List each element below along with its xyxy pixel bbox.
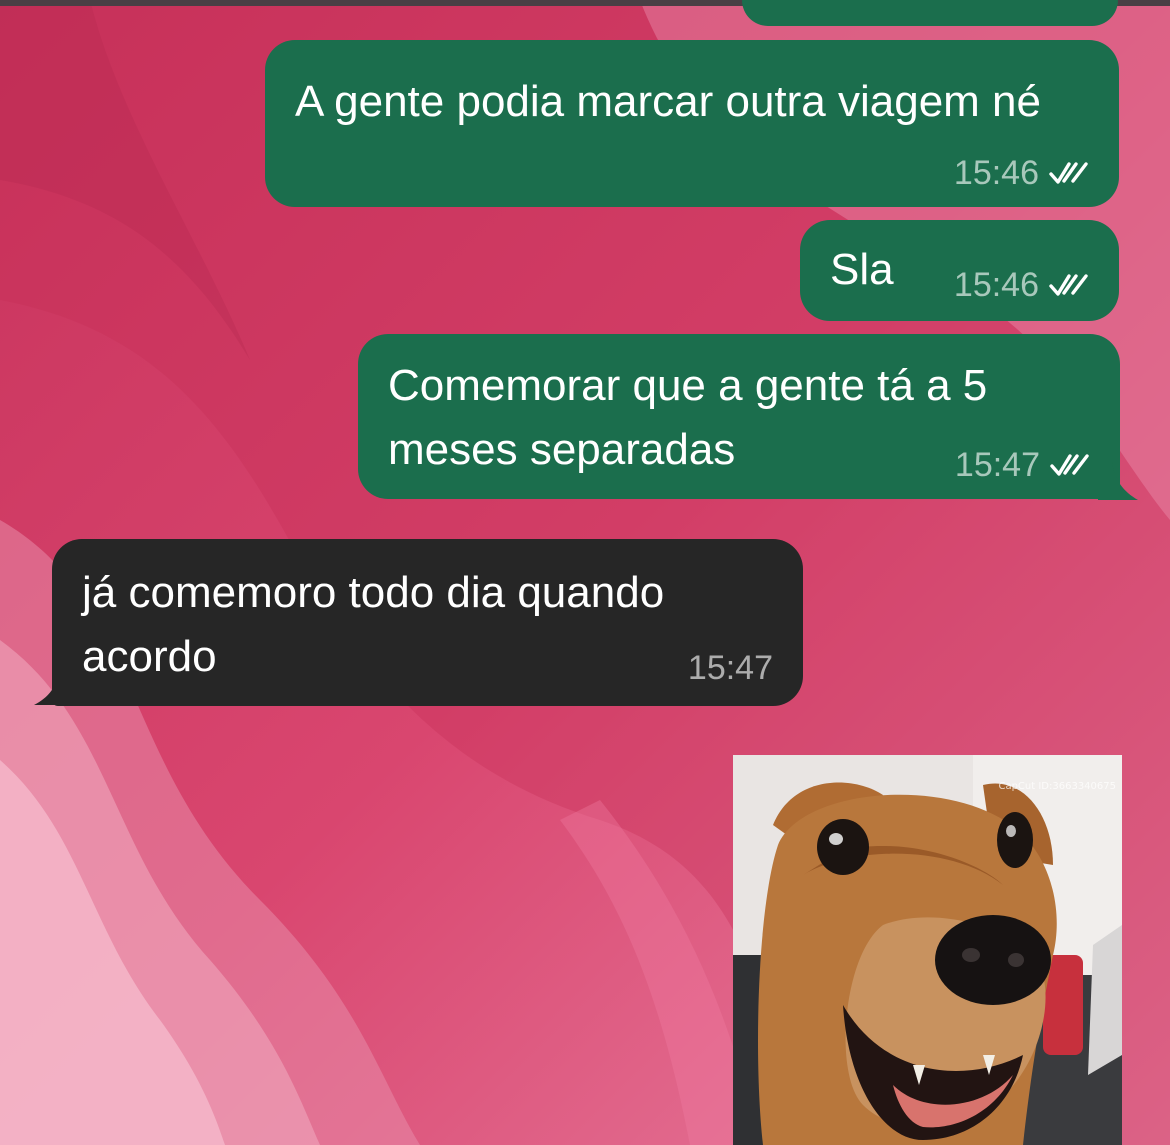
message-meta: 15:47 <box>688 648 773 688</box>
message-text: já comemoro todo dia quando acordo <box>82 568 665 681</box>
double-check-icon <box>1049 162 1088 184</box>
outgoing-bubble-tail <box>1098 462 1138 500</box>
message-time: 15:46 <box>953 266 1039 304</box>
previous-message-bubble[interactable] <box>742 0 1118 26</box>
dog-photo-attachment[interactable]: CapCut ID:3663340675 <box>733 755 1122 1145</box>
outgoing-message-bubble[interactable]: Comemorar que a gente tá a 5 meses separ… <box>358 334 1120 499</box>
message-time: 15:47 <box>687 649 773 687</box>
dog-image <box>733 755 1122 1145</box>
incoming-bubble-tail <box>34 668 74 705</box>
message-meta: 15:46 <box>954 153 1089 193</box>
message-text: A gente podia marcar outra viagem né <box>295 77 1042 126</box>
double-check-icon <box>1050 454 1089 476</box>
incoming-message-bubble[interactable]: já comemoro todo dia quando acordo 15:47 <box>52 539 803 706</box>
photo-watermark: CapCut ID:3663340675 <box>998 781 1116 792</box>
outgoing-message-bubble[interactable]: A gente podia marcar outra viagem né 15:… <box>265 40 1119 207</box>
message-meta: 15:47 <box>955 445 1090 485</box>
message-time: 15:46 <box>953 154 1039 192</box>
message-time: 15:47 <box>954 446 1040 484</box>
double-check-icon <box>1049 274 1088 296</box>
outgoing-message-bubble[interactable]: Sla 15:46 <box>800 220 1119 321</box>
message-meta: 15:46 <box>954 265 1089 305</box>
